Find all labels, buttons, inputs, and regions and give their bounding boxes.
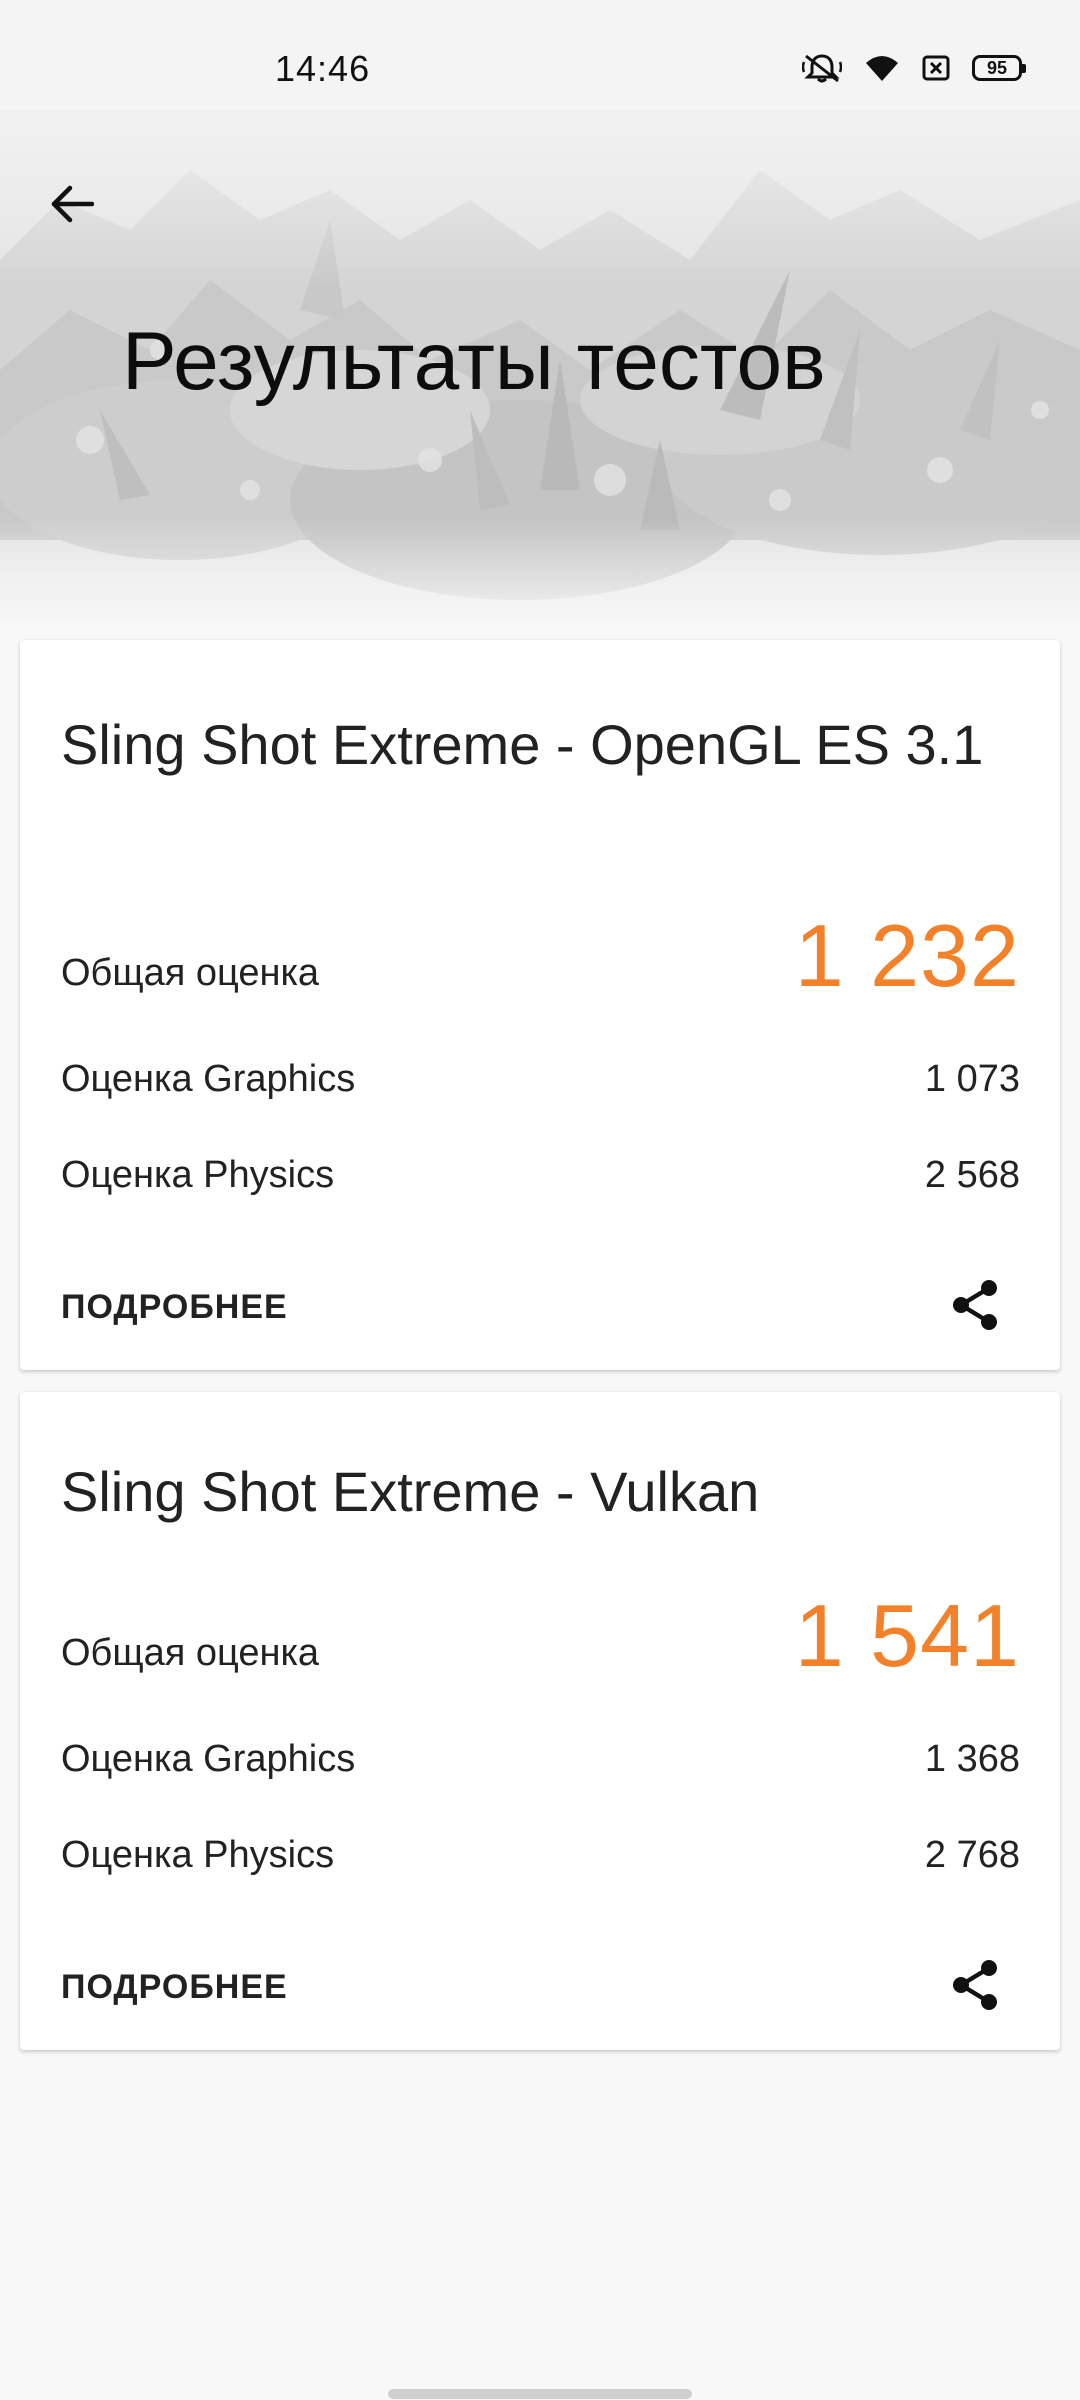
status-time: 14:46 [275,48,371,89]
graphics-score-value: 1 073 [924,1058,1020,1100]
status-icons: 95 [802,52,1026,84]
test-title: Sling Shot Extreme - Vulkan [61,1460,760,1523]
battery-icon: 95 [972,55,1026,81]
physics-score-value: 2 568 [924,1154,1020,1196]
status-bar: 14:46 95 [0,0,1080,110]
wifi-icon [864,53,900,83]
test-title: Sling Shot Extreme - OpenGL ES 3.1 [61,713,984,776]
total-score-value: 1 232 [794,906,1020,1005]
graphics-score-label: Оценка Graphics [61,1058,356,1100]
share-icon [953,1960,997,2010]
physics-score-label: Оценка Physics [61,1154,335,1196]
share-button[interactable] [940,1950,1010,2020]
graphics-score-label: Оценка Graphics [61,1738,356,1780]
result-card-vulkan: Sling Shot Extreme - Vulkan Общая оценка… [20,1392,1060,2050]
details-link[interactable]: ПОДРОБНЕЕ [61,1968,288,2007]
mute-icon [802,52,842,84]
graphics-score-value: 1 368 [924,1738,1020,1780]
back-button[interactable] [40,172,104,236]
result-card-opengl: Sling Shot Extreme - OpenGL ES 3.1 Общая… [20,640,1060,1370]
physics-score-label: Оценка Physics [61,1834,335,1876]
header-banner: Результаты тестов [0,110,1080,620]
share-button[interactable] [940,1270,1010,1340]
share-icon [953,1280,997,1330]
total-score-value: 1 541 [794,1586,1020,1685]
page-title: Результаты тестов [122,316,826,407]
total-score-label: Общая оценка [61,1632,320,1674]
gesture-navigation-bar[interactable] [388,2389,692,2399]
sim-icon [922,54,950,82]
details-link[interactable]: ПОДРОБНЕЕ [61,1288,288,1327]
total-score-label: Общая оценка [61,952,320,994]
physics-score-value: 2 768 [924,1834,1020,1876]
arrow-left-icon [51,185,94,223]
